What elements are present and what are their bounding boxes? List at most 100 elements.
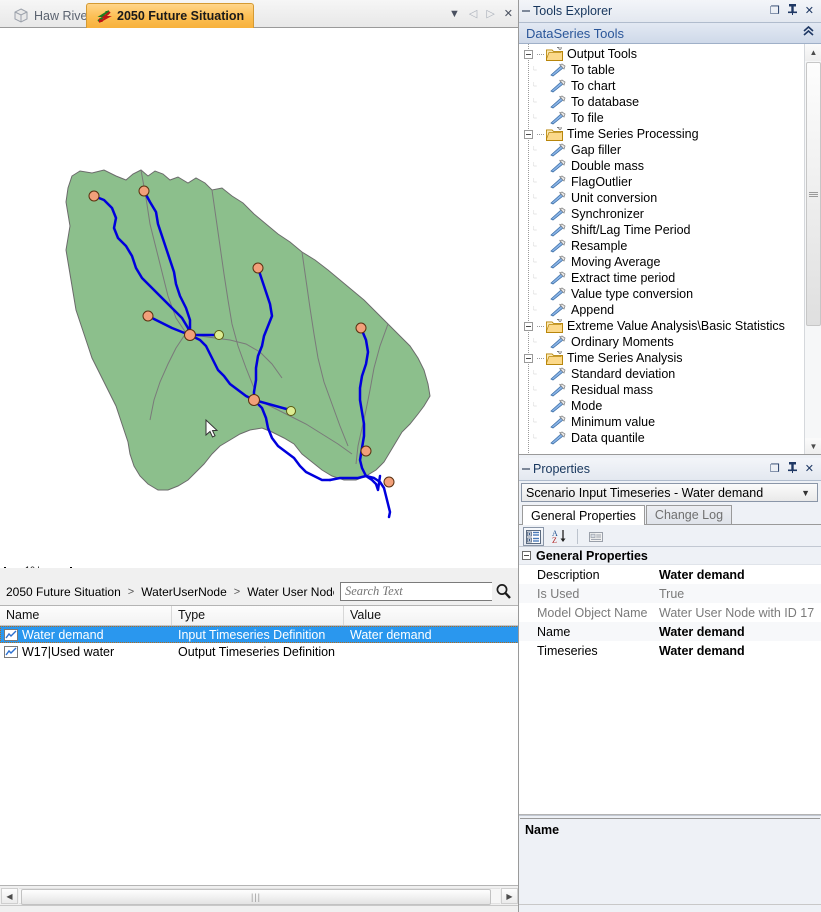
property-value[interactable]: Water demand [654, 625, 821, 639]
tree-item[interactable]: Append [519, 302, 795, 318]
scroll-thumb[interactable] [806, 62, 821, 326]
tree-item[interactable]: Extract time period [519, 270, 795, 286]
breadcrumb-item-nodetype[interactable]: WaterUserNode [141, 585, 227, 599]
tab-2050-future-situation[interactable]: 2050 Future Situation [86, 3, 255, 28]
grid-column-type[interactable]: Type [172, 606, 344, 625]
tools-tree[interactable]: Output Tools To table To chart To database T… [519, 44, 821, 455]
grid-column-value[interactable]: Value [344, 606, 519, 625]
pin-icon[interactable] [787, 4, 797, 18]
expand-collapse-icon[interactable] [524, 129, 533, 139]
folder-icon [546, 46, 563, 61]
tree-group[interactable]: Time Series Analysis [519, 350, 795, 366]
sort-az-icon[interactable]: A Z [549, 527, 570, 546]
property-value[interactable]: Water demand [654, 644, 821, 658]
tree-group[interactable]: Time Series Processing [519, 126, 795, 142]
close-icon[interactable]: ✕ [805, 5, 814, 17]
property-row-timeseries[interactable]: Timeseries Water demand [519, 641, 821, 660]
tree-item[interactable]: FlagOutlier [519, 174, 795, 190]
collapse-box-icon[interactable] [522, 551, 531, 560]
scroll-down-icon[interactable]: ▼ [805, 438, 821, 454]
node-orange[interactable] [184, 329, 196, 341]
dataseries-tools-header[interactable]: DataSeries Tools [519, 23, 821, 44]
property-pages-icon[interactable] [585, 527, 606, 546]
expand-collapse-icon[interactable] [524, 353, 533, 363]
tree-vertical-scrollbar[interactable]: ▲ ▼ [804, 44, 821, 454]
node-orange[interactable] [360, 445, 372, 457]
categorized-icon[interactable] [523, 527, 544, 546]
expand-collapse-icon[interactable] [524, 49, 533, 59]
tree-item[interactable]: Minimum value [519, 414, 795, 430]
expand-collapse-icon[interactable] [524, 321, 533, 331]
tree-group[interactable]: Output Tools [519, 46, 795, 62]
tree-item[interactable]: Gap filler [519, 142, 795, 158]
tree-item[interactable]: Data quantile [519, 430, 795, 446]
node-orange[interactable] [138, 185, 150, 197]
tree-item[interactable]: Residual mass [519, 382, 795, 398]
chevron-down-icon[interactable]: ▼ [801, 488, 817, 498]
node-orange[interactable] [252, 262, 264, 274]
tab-list-dropdown-icon[interactable]: ▼ [449, 8, 460, 20]
table-row[interactable]: W17|Used water Output Timeseries Definit… [0, 643, 519, 660]
property-value[interactable]: Water demand [654, 568, 821, 582]
grid-horizontal-scrollbar[interactable]: ◀ ||| ▶ [0, 887, 519, 905]
node-orange[interactable] [142, 310, 154, 322]
tree-group[interactable]: Extreme Value Analysis\Basic Statistics [519, 318, 795, 334]
breadcrumb-item-node[interactable]: Water User Node with I [247, 585, 334, 599]
tab-prev-icon[interactable]: ◁ [469, 8, 477, 20]
tree-item[interactable]: Value type conversion [519, 286, 795, 302]
tree-item[interactable]: Synchronizer [519, 206, 795, 222]
table-row[interactable]: Water demand Input Timeseries Definition… [0, 626, 519, 643]
search-input[interactable] [341, 583, 493, 600]
property-row-name[interactable]: Name Water demand [519, 622, 821, 641]
property-row-is-used[interactable]: Is Used True [519, 584, 821, 603]
property-row-model-object-name[interactable]: Model Object Name Water User Node with I… [519, 603, 821, 622]
tree-item[interactable]: Shift/Lag Time Period [519, 222, 795, 238]
tab-next-icon[interactable]: ▷ [486, 8, 494, 20]
watershed-map[interactable] [0, 28, 519, 568]
drag-grip-icon[interactable] [521, 9, 530, 13]
tree-item[interactable]: Standard deviation [519, 366, 795, 382]
restore-icon[interactable]: ❐ [770, 463, 780, 475]
breadcrumb-item-scenario[interactable]: 2050 Future Situation [6, 585, 121, 599]
close-icon[interactable]: ✕ [504, 8, 513, 20]
tree-item[interactable]: To chart [519, 78, 795, 94]
timeseries-grid[interactable]: Name Type Value Water demand Input Times… [0, 605, 519, 886]
search-button[interactable] [492, 581, 514, 602]
tree-item[interactable]: To table [519, 62, 795, 78]
scroll-track[interactable]: ||| [19, 888, 500, 905]
node-yellow[interactable] [286, 406, 296, 416]
search-box[interactable] [340, 582, 494, 601]
tree-item[interactable]: Mode [519, 398, 795, 414]
tree-item[interactable]: Moving Average [519, 254, 795, 270]
tree-item[interactable]: To file [519, 110, 795, 126]
object-selector-combobox[interactable]: Scenario Input Timeseries - Water demand… [521, 483, 818, 502]
pin-icon[interactable] [787, 462, 797, 476]
node-orange[interactable] [88, 190, 100, 202]
tab-change-log[interactable]: Change Log [645, 505, 733, 524]
scroll-thumb[interactable]: ||| [21, 889, 491, 905]
grid-column-name[interactable]: Name [0, 606, 172, 625]
map-canvas[interactable]: 10 km 5 mi -79.8851, 35.7421 [0, 28, 519, 568]
close-icon[interactable]: ✕ [805, 463, 814, 475]
tree-item[interactable]: Unit conversion [519, 190, 795, 206]
tree-item[interactable]: Double mass [519, 158, 795, 174]
property-row-description[interactable]: Description Water demand [519, 565, 821, 584]
drag-grip-icon[interactable] [521, 467, 530, 471]
collapse-chevron-icon[interactable] [802, 25, 815, 41]
property-category-header[interactable]: General Properties [519, 547, 821, 565]
tree-item-label: To table [571, 63, 615, 77]
tab-general-properties[interactable]: General Properties [522, 505, 645, 525]
node-orange[interactable] [248, 394, 260, 406]
scroll-right-icon[interactable]: ▶ [501, 888, 518, 904]
tree-item[interactable]: To database [519, 94, 795, 110]
tree-item[interactable]: Ordinary Moments [519, 334, 795, 350]
restore-icon[interactable]: ❐ [770, 5, 780, 17]
scroll-up-icon[interactable]: ▲ [805, 44, 821, 61]
tree-item[interactable]: Resample [519, 238, 795, 254]
node-yellow[interactable] [214, 330, 224, 340]
properties-grid[interactable]: General Properties Description Water dem… [519, 547, 821, 816]
node-orange[interactable] [355, 322, 367, 334]
scroll-left-icon[interactable]: ◀ [1, 888, 18, 904]
node-orange[interactable] [383, 476, 395, 488]
row-value: Water demand [350, 627, 432, 642]
